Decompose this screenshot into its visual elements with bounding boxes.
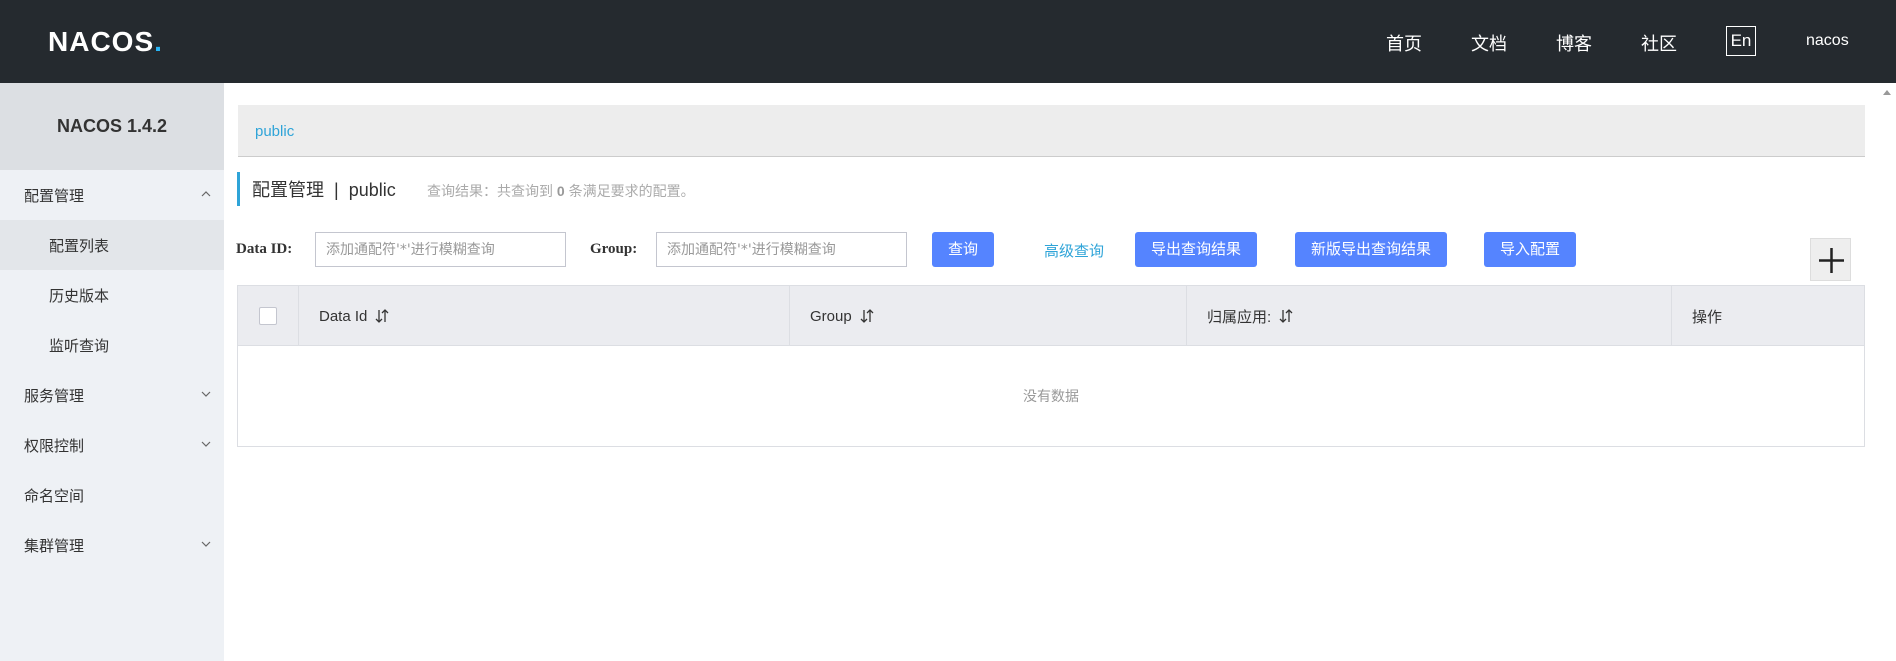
column-label: 归属应用: <box>1207 308 1272 326</box>
export-new-button[interactable]: 新版导出查询结果 <box>1295 232 1447 267</box>
user-name[interactable]: nacos <box>1806 32 1849 50</box>
advanced-query-link[interactable]: 高级查询 <box>1044 240 1104 261</box>
column-header-dataid[interactable]: Data Id <box>299 286 790 346</box>
chevron-down-icon <box>201 541 211 547</box>
nav-docs[interactable]: 文档 <box>1471 30 1507 56</box>
sidebar-item-label: 权限控制 <box>24 437 85 455</box>
sort-icon[interactable] <box>860 308 874 324</box>
sidebar-item-history[interactable]: 历史版本 <box>0 270 224 320</box>
table-header: Data Id Group 归属应用: 操作 <box>238 286 1864 346</box>
nav-community[interactable]: 社区 <box>1641 30 1677 56</box>
chevron-down-icon <box>201 441 211 447</box>
scroll-up-icon[interactable] <box>1882 87 1892 97</box>
add-config-button[interactable] <box>1810 238 1851 281</box>
sidebar-item-label: 历史版本 <box>49 287 110 305</box>
namespace-link-public[interactable]: public <box>255 123 294 140</box>
config-table: Data Id Group 归属应用: 操作 没有数据 <box>237 285 1865 447</box>
namespace-bar: public <box>238 105 1865 157</box>
top-navbar: NACOS. 首页 文档 博客 社区 En nacos <box>0 0 1896 83</box>
column-label: Data Id <box>319 307 368 325</box>
dataid-label: Data ID: <box>236 241 293 257</box>
group-search-input[interactable] <box>656 232 907 267</box>
column-label: 操作 <box>1692 308 1723 326</box>
nacos-logo[interactable]: NACOS. <box>48 26 163 58</box>
sidebar: NACOS 1.4.2 配置管理 配置列表 历史版本 监听查询 服务管理 权限控… <box>0 83 224 661</box>
sidebar-title: NACOS 1.4.2 <box>0 83 224 170</box>
sidebar-item-label: 命名空间 <box>24 487 85 505</box>
sort-icon[interactable] <box>1279 308 1293 324</box>
sidebar-item-label: 配置列表 <box>49 237 110 255</box>
column-header-app[interactable]: 归属应用: <box>1187 286 1672 346</box>
sidebar-item-listener-query[interactable]: 监听查询 <box>0 320 224 370</box>
sidebar-item-service-management[interactable]: 服务管理 <box>0 370 224 420</box>
title-separator: | <box>334 180 339 200</box>
select-all-checkbox[interactable] <box>259 307 277 325</box>
chevron-up-icon <box>201 191 211 197</box>
query-result-prefix: 查询结果：共查询到 <box>427 183 557 199</box>
sidebar-item-label: 配置管理 <box>24 187 85 205</box>
empty-table-message: 没有数据 <box>1023 388 1079 404</box>
logo-text: NACOS <box>48 26 155 57</box>
page-title: 配置管理 | public <box>252 176 396 202</box>
nav-blog[interactable]: 博客 <box>1556 30 1592 56</box>
column-header-actions: 操作 <box>1672 286 1864 346</box>
import-config-button[interactable]: 导入配置 <box>1484 232 1576 267</box>
sidebar-item-label: 服务管理 <box>24 387 85 405</box>
query-button[interactable]: 查询 <box>932 232 994 267</box>
column-label: Group <box>810 307 852 325</box>
dataid-search-input[interactable] <box>315 232 566 267</box>
column-header-group[interactable]: Group <box>790 286 1187 346</box>
group-label: Group: <box>590 241 638 257</box>
sidebar-item-label: 监听查询 <box>49 337 110 355</box>
sidebar-item-label: 集群管理 <box>24 537 85 555</box>
sidebar-item-config-management[interactable]: 配置管理 <box>0 170 224 220</box>
language-toggle-button[interactable]: En <box>1726 26 1756 56</box>
query-result-suffix: 条满足要求的配置。 <box>564 183 695 199</box>
query-result-count: 0 <box>556 183 565 199</box>
page-header: 配置管理 | public <box>237 172 396 206</box>
query-result-info: 查询结果：共查询到 0 条满足要求的配置。 <box>427 181 695 201</box>
plus-icon <box>1819 248 1844 273</box>
sort-icon[interactable] <box>375 308 389 324</box>
sidebar-item-namespace[interactable]: 命名空间 <box>0 470 224 520</box>
page-title-namespace: public <box>348 180 396 200</box>
sidebar-item-access-control[interactable]: 权限控制 <box>0 420 224 470</box>
chevron-down-icon <box>201 391 211 397</box>
nav-home[interactable]: 首页 <box>1386 30 1422 56</box>
sidebar-item-config-list[interactable]: 配置列表 <box>0 220 224 270</box>
page-title-text: 配置管理 <box>252 180 324 200</box>
sidebar-item-cluster-management[interactable]: 集群管理 <box>0 520 224 570</box>
logo-dot: . <box>154 26 163 57</box>
export-button[interactable]: 导出查询结果 <box>1135 232 1257 267</box>
select-all-cell <box>238 286 299 346</box>
